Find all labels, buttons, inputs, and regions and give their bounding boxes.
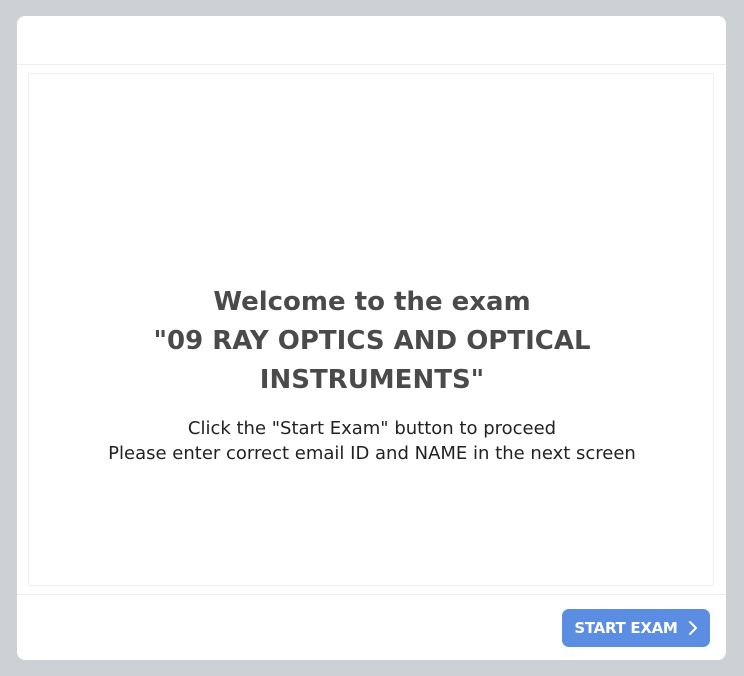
start-exam-button[interactable]: START EXAM	[562, 609, 710, 647]
exam-title: "09 RAY OPTICS AND OPTICAL INSTRUMENTS"	[153, 326, 591, 395]
instruction-details: Please enter correct email ID and NAME i…	[108, 443, 636, 464]
exam-card: Welcome to the exam "09 RAY OPTICS AND O…	[17, 16, 726, 660]
welcome-line: Welcome to the exam	[213, 287, 531, 317]
start-exam-label: START EXAM	[574, 619, 678, 637]
instruction-start: Click the "Start Exam" button to proceed	[187, 418, 557, 439]
welcome-block: Welcome to the exam "09 RAY OPTICS AND O…	[29, 283, 715, 466]
card-header	[17, 16, 726, 65]
welcome-panel: Welcome to the exam "09 RAY OPTICS AND O…	[28, 73, 714, 586]
card-footer: START EXAM	[17, 594, 726, 661]
welcome-heading: Welcome to the exam "09 RAY OPTICS AND O…	[29, 283, 715, 400]
chevron-right-icon	[688, 621, 697, 635]
instructions: Click the "Start Exam" button to proceed…	[29, 416, 715, 466]
